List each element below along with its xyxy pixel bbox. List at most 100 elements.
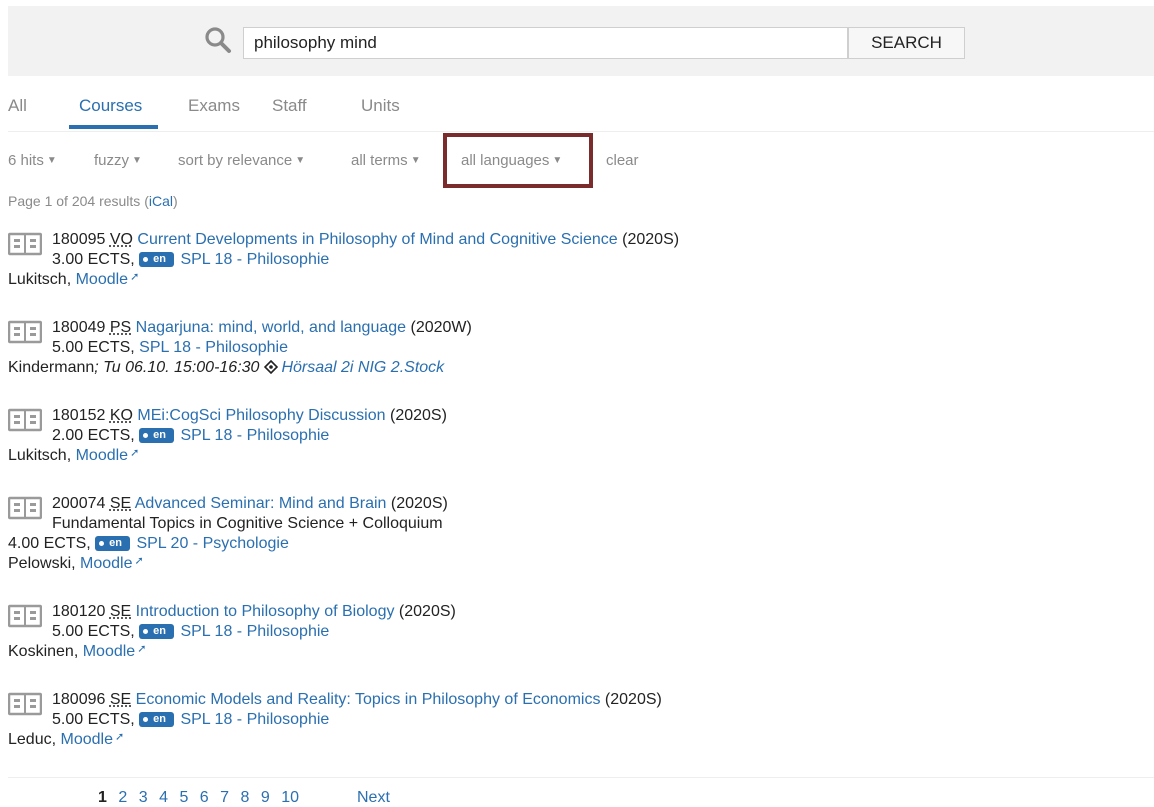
moodle-link[interactable]: Moodle <box>61 731 113 748</box>
language-badge: en <box>139 428 174 443</box>
room-link[interactable]: Hörsaal 2i NIG 2.Stock <box>281 359 444 376</box>
lecturer: Pelowski, <box>8 555 76 572</box>
external-link-icon: ➚ <box>130 271 140 283</box>
page-link[interactable]: 10 <box>281 789 299 806</box>
page-link[interactable]: 9 <box>261 789 270 806</box>
search-button[interactable]: SEARCH <box>848 27 965 59</box>
unit-link[interactable]: SPL 18 - Philosophie <box>180 711 329 728</box>
tab-staff[interactable]: Staff <box>272 96 307 116</box>
moodle-link[interactable]: Moodle <box>80 555 132 572</box>
sort-label: sort by relevance <box>178 152 293 169</box>
ects: 5.00 ECTS, <box>52 711 135 728</box>
search-icon[interactable] <box>204 26 232 54</box>
course-term: (2020S) <box>622 231 680 248</box>
schedule: ; Tu 06.10. 15:00-16:30 <box>94 359 260 376</box>
tab-courses[interactable]: Courses <box>79 96 142 116</box>
caret-down-icon: ▼ <box>132 155 142 166</box>
pagination: 1 2 3 4 5 6 7 8 9 10 <box>98 789 306 807</box>
location-icon <box>264 360 279 374</box>
fuzzy-label: fuzzy <box>94 152 130 169</box>
tab-all[interactable]: All <box>8 96 27 116</box>
page-link[interactable]: 7 <box>220 789 229 806</box>
course-title-link[interactable]: Current Developments in Philosophy of Mi… <box>137 231 617 248</box>
language-badge: en <box>139 624 174 639</box>
caret-down-icon: ▼ <box>410 155 421 166</box>
unit-link[interactable]: SPL 18 - Philosophie <box>180 623 329 640</box>
fuzzy-dropdown[interactable]: fuzzy ▼ <box>94 152 142 169</box>
moodle-link[interactable]: Moodle <box>76 447 128 464</box>
language-badge: en <box>139 712 174 727</box>
course-term: (2020W) <box>410 319 472 336</box>
course-title-link[interactable]: MEi:CogSci Philosophy Discussion <box>137 407 385 424</box>
book-icon <box>8 408 42 432</box>
ects: 5.00 ECTS, <box>52 623 135 640</box>
external-link-icon: ➚ <box>137 643 147 655</box>
course-code: 200074 <box>52 495 106 512</box>
tab-units[interactable]: Units <box>361 96 400 116</box>
terms-dropdown[interactable]: all terms ▼ <box>351 152 421 169</box>
course-term: (2020S) <box>604 691 662 708</box>
course-type: SE <box>109 495 132 512</box>
page-link[interactable]: 5 <box>179 789 188 806</box>
hits-dropdown[interactable]: 6 hits ▼ <box>8 152 57 169</box>
hits-label: 6 hits <box>8 152 44 169</box>
page-link-current[interactable]: 1 <box>98 789 107 806</box>
tab-exams[interactable]: Exams <box>188 96 240 116</box>
page-link[interactable]: 3 <box>139 789 148 806</box>
course-code: 180152 <box>52 407 106 424</box>
ects: 3.00 ECTS, <box>52 251 135 268</box>
external-link-icon: ➚ <box>114 731 125 743</box>
course-type: VO <box>109 231 133 248</box>
course-term: (2020S) <box>398 603 456 620</box>
page-link[interactable]: 2 <box>118 789 127 806</box>
highlight-box <box>443 133 593 188</box>
course-type: SE <box>109 691 132 708</box>
external-link-icon: ➚ <box>134 555 144 567</box>
book-icon <box>8 232 42 256</box>
unit-link[interactable]: SPL 18 - Philosophie <box>180 427 329 444</box>
course-title-link[interactable]: Nagarjuna: mind, world, and language <box>136 319 406 336</box>
ical-link[interactable]: iCal <box>149 193 173 209</box>
course-term: (2020S) <box>390 495 448 512</box>
book-icon <box>8 496 42 520</box>
course-code: 180096 <box>52 691 106 708</box>
tabs-divider <box>8 131 1154 132</box>
page-info-text: Page 1 of 204 results ( <box>8 193 149 209</box>
course-title-link[interactable]: Economic Models and Reality: Topics in P… <box>136 691 601 708</box>
book-icon <box>8 692 42 716</box>
course-subtitle: Fundamental Topics in Cognitive Science … <box>52 515 443 532</box>
course-code: 180120 <box>52 603 106 620</box>
moodle-link[interactable]: Moodle <box>83 643 135 660</box>
clear-filters-link[interactable]: clear <box>606 152 639 169</box>
next-page-link[interactable]: Next <box>357 789 390 807</box>
page-link[interactable]: 6 <box>200 789 209 806</box>
unit-link[interactable]: SPL 20 - Psychologie <box>136 535 288 552</box>
course-title-link[interactable]: Introduction to Philosophy of Biology <box>136 603 395 620</box>
terms-label: all terms <box>351 152 408 169</box>
unit-link[interactable]: SPL 18 - Philosophie <box>180 251 329 268</box>
lecturer: Lukitsch, <box>8 447 72 464</box>
page-info-suffix: ) <box>173 193 178 209</box>
pagination-divider <box>8 777 1154 778</box>
ects: 5.00 ECTS, <box>52 339 135 356</box>
course-type: KO <box>109 407 133 424</box>
course-code: 180095 <box>52 231 106 248</box>
ects: 4.00 ECTS, <box>8 535 91 552</box>
language-badge: en <box>95 536 130 551</box>
unit-link[interactable]: SPL 18 - Philosophie <box>139 339 288 356</box>
result-tabs: All Courses Exams Staff Units <box>8 96 1154 132</box>
page-link[interactable]: 4 <box>159 789 168 806</box>
sort-dropdown[interactable]: sort by relevance ▼ <box>178 152 305 169</box>
course-type: PS <box>109 319 132 336</box>
moodle-link[interactable]: Moodle <box>76 271 128 288</box>
course-title-link[interactable]: Advanced Seminar: Mind and Brain <box>135 495 387 512</box>
page-link[interactable]: 8 <box>241 789 250 806</box>
lecturer: Leduc, <box>8 731 57 748</box>
book-icon <box>8 320 42 344</box>
lecturer: Koskinen, <box>8 643 79 660</box>
book-icon <box>8 604 42 628</box>
language-badge: en <box>139 252 174 267</box>
caret-down-icon: ▼ <box>46 155 57 166</box>
caret-down-icon: ▼ <box>295 155 306 166</box>
search-input[interactable] <box>243 27 848 59</box>
